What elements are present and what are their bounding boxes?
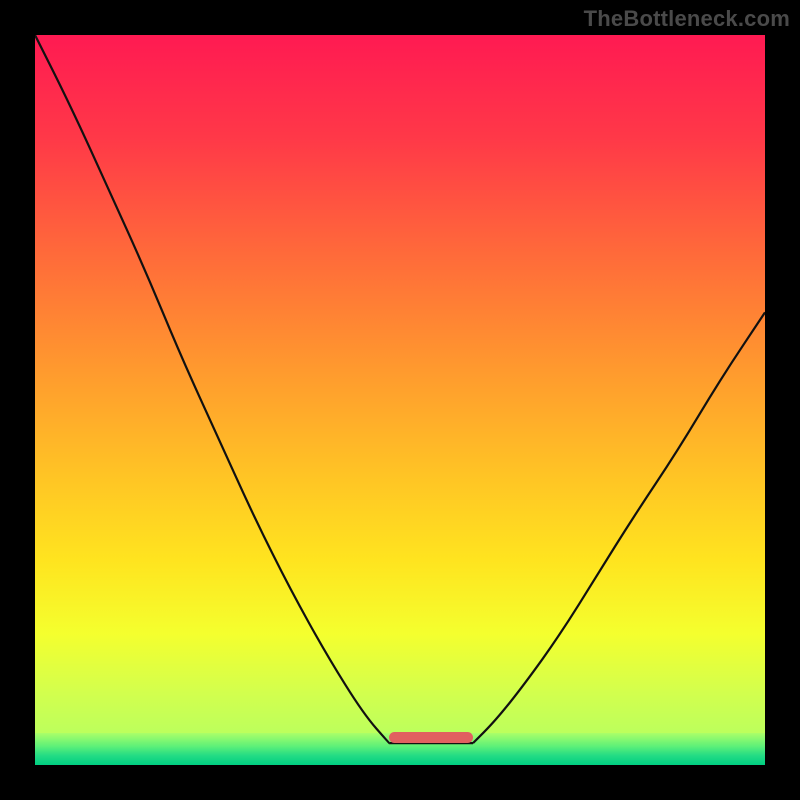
watermark-text: TheBottleneck.com <box>584 6 790 32</box>
chart-frame: TheBottleneck.com <box>0 0 800 800</box>
curve-layer <box>35 35 765 765</box>
left-curve-path <box>35 35 389 743</box>
flat-minimum-marker <box>389 732 473 743</box>
plot-area <box>35 35 765 765</box>
right-curve-path <box>473 312 765 743</box>
